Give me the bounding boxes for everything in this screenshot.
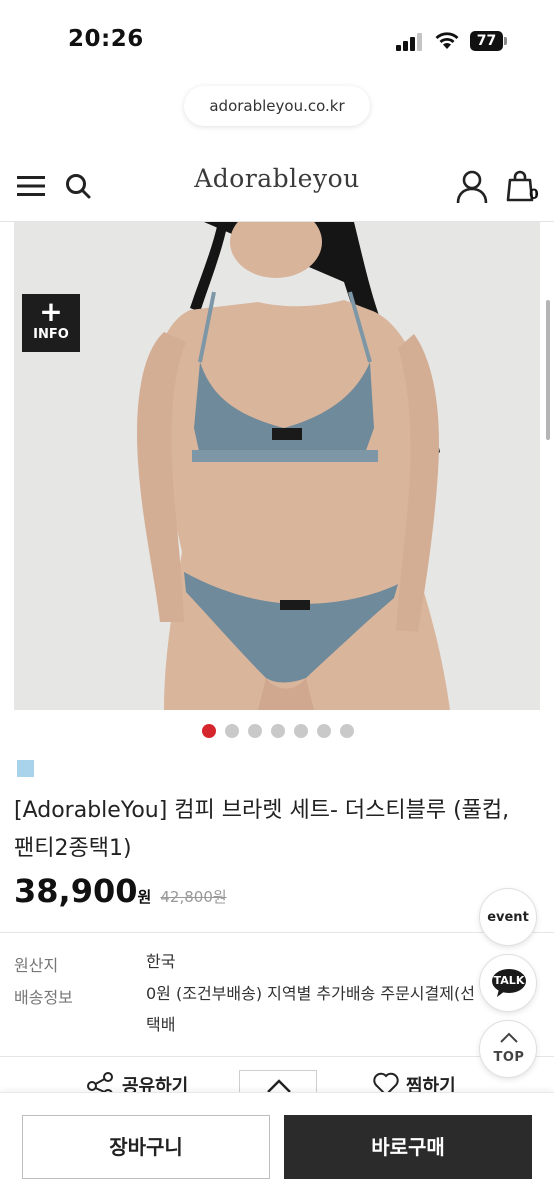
shipping-value: 0원 (조건부배송) 지역별 추가배송 주문시결제(선결제): [146, 984, 476, 1003]
product-photo: [14, 222, 540, 710]
slide-indicator: [202, 724, 354, 738]
slide-dot-3[interactable]: [248, 724, 262, 738]
slide-dot-4[interactable]: [271, 724, 285, 738]
shipping-label: 배송정보: [14, 988, 73, 1007]
add-to-cart-button[interactable]: 장바구니: [22, 1115, 270, 1179]
divider: [0, 1056, 554, 1057]
shipping-method: 택배: [146, 1015, 176, 1034]
origin-value: 한국: [146, 952, 176, 971]
event-button[interactable]: event: [479, 888, 537, 946]
product-image[interactable]: [14, 222, 540, 710]
info-label: INFO: [33, 327, 69, 342]
kakao-talk-button[interactable]: TALK: [479, 954, 537, 1012]
battery-tip: [504, 37, 507, 45]
product-title: [AdorableYou] 컴피 브라렛 세트- 더스티블루 (풀컵,팬티2종택…: [14, 798, 510, 861]
slide-dot-5[interactable]: [294, 724, 308, 738]
battery-level: 77: [470, 31, 503, 51]
status-bar: 20:26 77: [0, 0, 554, 80]
cart-count-badge: 0: [529, 187, 539, 203]
wifi-icon: [435, 32, 459, 49]
battery-indicator: 77: [470, 31, 508, 51]
status-time: 20:26: [68, 26, 144, 52]
slide-dot-1[interactable]: [202, 724, 216, 738]
slide-dot-6[interactable]: [317, 724, 331, 738]
scroll-top-button[interactable]: TOP: [479, 1020, 537, 1078]
sale-price: 38,900: [14, 872, 138, 910]
slide-dot-2[interactable]: [225, 724, 239, 738]
info-button[interactable]: + INFO: [22, 294, 80, 352]
original-price: 42,800원: [160, 888, 227, 906]
origin-label: 원산지: [14, 956, 59, 975]
buy-now-button[interactable]: 바로구매: [284, 1115, 532, 1179]
bottom-action-bar: 장바구니 바로구매: [0, 1092, 554, 1200]
top-label: TOP: [493, 1050, 525, 1065]
signal-icon: [396, 33, 422, 51]
site-header: Adorableyou: [0, 150, 554, 222]
slide-dot-7[interactable]: [340, 724, 354, 738]
page-scrollbar[interactable]: [546, 300, 550, 440]
divider: [0, 932, 554, 933]
search-icon[interactable]: [64, 172, 92, 200]
address-bar[interactable]: adorableyou.co.kr: [184, 86, 370, 126]
price-row: 38,900원 42,800원: [14, 872, 227, 912]
chevron-up-icon: [500, 1032, 518, 1043]
site-logo[interactable]: Adorableyou: [180, 164, 374, 193]
talk-label: TALK: [493, 974, 525, 987]
color-swatch: [17, 760, 34, 777]
plus-icon: +: [39, 295, 63, 328]
user-icon[interactable]: [456, 170, 488, 204]
price-unit: 원: [137, 888, 152, 906]
menu-icon[interactable]: [16, 172, 46, 200]
